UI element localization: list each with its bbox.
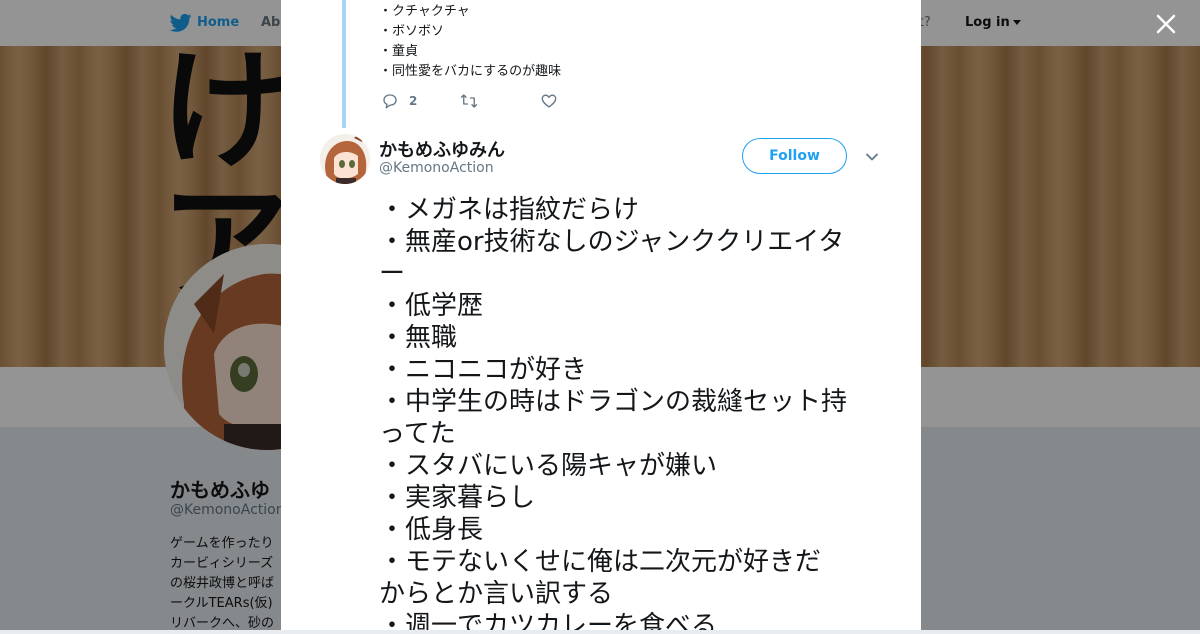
previous-tweet-line: ・クチャクチャ — [379, 4, 470, 19]
previous-tweet-line: ・ボソボソ — [379, 24, 445, 39]
tweet-line: ・ニコニコが好き — [379, 355, 588, 385]
tweet-line: ー — [379, 259, 406, 289]
chevron-down-icon[interactable] — [865, 150, 879, 164]
author-handle[interactable]: @KemonoAction — [379, 160, 494, 176]
tweet-line: ・無職 — [379, 323, 458, 353]
like-button[interactable] — [540, 92, 558, 112]
tweet-line: からとか言い訳する — [379, 579, 614, 609]
follow-button[interactable]: Follow — [742, 138, 847, 174]
retweet-button[interactable] — [460, 92, 478, 112]
like-icon — [541, 94, 557, 108]
tweet-line: ・モテないくせに俺は二次元が好きだ — [379, 547, 822, 577]
author-avatar[interactable] — [320, 134, 370, 184]
tweet-line: ・週一でカツカレーを食べる — [379, 611, 718, 630]
tweet-modal: ・クチャクチャ ・ボソボソ ・童貞 ・同性愛をバカにするのが趣味 2 かもめふゆ… — [281, 0, 921, 630]
tweet-text: ・メガネは指紋だらけ ・無産or技術なしのジャンククリエイタ ー ・低学歴 ・無… — [379, 194, 885, 630]
tweet-line: ・メガネは指紋だらけ — [379, 195, 640, 225]
previous-tweet-line: ・童貞 — [379, 44, 419, 59]
tweet-line: ってた — [379, 419, 456, 449]
reply-button[interactable]: 2 — [381, 92, 417, 112]
previous-tweet-text: ・クチャクチャ ・ボソボソ ・童貞 ・同性愛をバカにするのが趣味 — [379, 2, 561, 82]
retweet-icon — [460, 94, 478, 108]
avatar-illustration — [320, 134, 370, 184]
tweet-line: ・無産or技術なしのジャンククリエイタ — [379, 227, 845, 257]
tweet-line: ・スタバにいる陽キャが嫌い — [379, 451, 718, 481]
tweet-line: ・低学歴 — [379, 291, 484, 321]
previous-tweet-line: ・同性愛をバカにするのが趣味 — [379, 64, 562, 79]
reply-icon — [383, 94, 397, 109]
close-icon[interactable] — [1152, 10, 1180, 38]
tweet-line: ・低身長 — [379, 515, 484, 545]
reply-count: 2 — [409, 94, 418, 108]
author-name[interactable]: かもめふゆみん — [379, 136, 505, 162]
tweet-line: ・実家暮らし — [379, 483, 536, 513]
tweet-line: ・中学生の時はドラゴンの裁縫セット持 — [379, 387, 848, 417]
conversation-thread-line — [342, 0, 346, 128]
